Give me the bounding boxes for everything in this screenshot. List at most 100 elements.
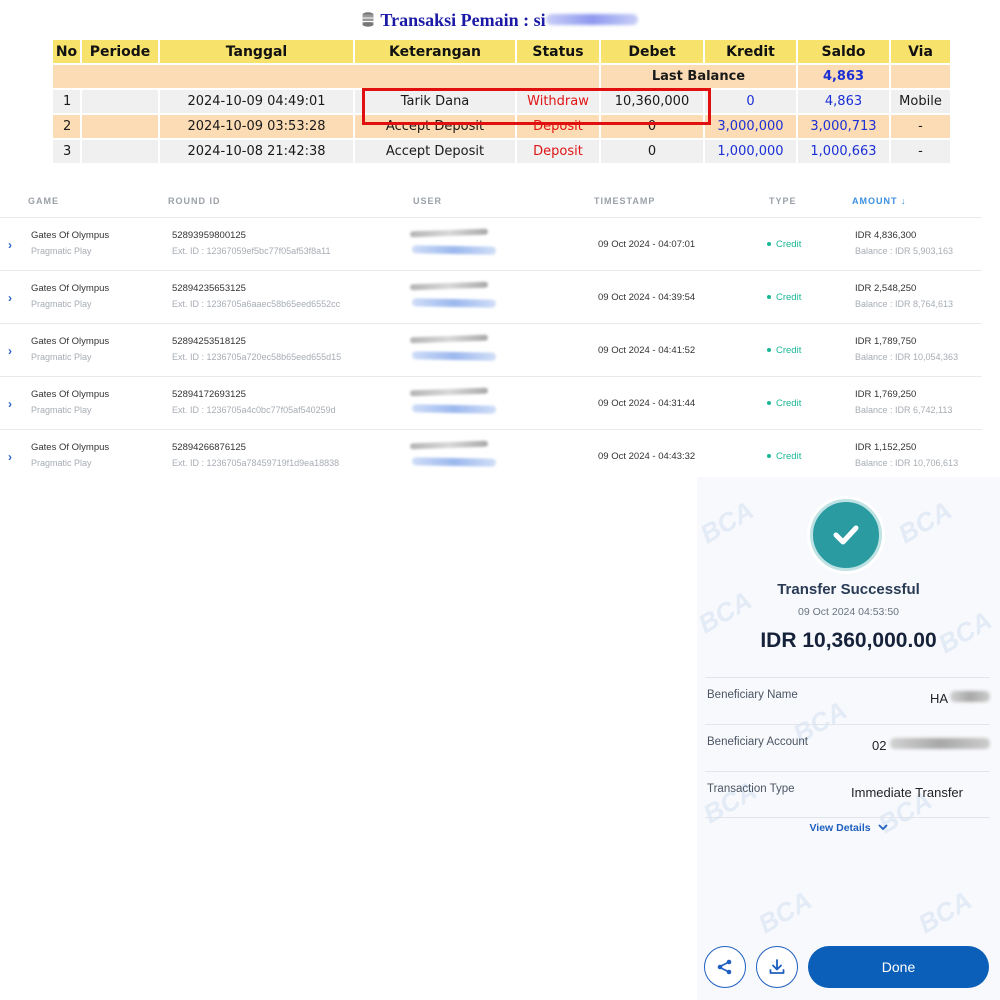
round-id: 52894266876125 (172, 442, 246, 453)
status-dot (767, 348, 771, 352)
cell-status: Withdraw (517, 90, 601, 115)
round-type-label: Credit (776, 451, 802, 462)
col-round-id[interactable]: ROUND ID (168, 196, 221, 206)
round-amount: IDR 2,548,250 (855, 283, 917, 294)
round-timestamp: 09 Oct 2024 - 04:43:32 (598, 451, 696, 462)
cell-kredit: 1,000,000 (705, 140, 798, 165)
col-amount[interactable]: AMOUNT ↓ (852, 196, 906, 206)
watermark: BCA (697, 494, 759, 550)
game-name: Gates Of Olympus (31, 230, 110, 241)
round-timestamp: 09 Oct 2024 - 04:41:52 (598, 345, 696, 356)
round-type: Credit (767, 292, 801, 303)
last-balance-label: Last Balance (601, 65, 798, 90)
transfer-datetime: 09 Oct 2024 04:53:50 (798, 606, 899, 618)
cell-saldo: 4,863 (798, 90, 891, 115)
table-row[interactable]: › Gates Of Olympus Pragmatic Play 528942668… (0, 429, 982, 482)
cell-tanggal: 2024-10-08 21:42:38 (160, 140, 355, 165)
col-keterangan: Keterangan (355, 40, 517, 65)
chevron-right-icon[interactable]: › (8, 344, 12, 358)
cell-periode (82, 140, 160, 165)
col-game[interactable]: GAME (28, 196, 59, 206)
round-id: 52894235653125 (172, 283, 246, 294)
check-icon (833, 525, 859, 545)
download-button[interactable] (756, 946, 798, 988)
game-provider: Pragmatic Play (31, 352, 92, 362)
table-row[interactable]: › Gates Of Olympus Pragmatic Play 528941726… (0, 376, 982, 429)
round-balance: Balance : IDR 6,742,113 (855, 405, 953, 415)
round-balance: Balance : IDR 5,903,163 (855, 246, 954, 256)
redacted-user (409, 387, 489, 397)
round-type-label: Credit (776, 292, 802, 303)
redacted-player-name (545, 14, 638, 25)
col-timestamp[interactable]: TIMESTAMP (594, 196, 655, 206)
redacted-user (409, 440, 489, 450)
round-type: Credit (767, 239, 801, 250)
cell-periode (82, 115, 160, 140)
game-provider: Pragmatic Play (31, 405, 92, 415)
game-name: Gates Of Olympus (31, 283, 110, 294)
view-details-link[interactable]: View Details (697, 822, 1000, 834)
transaction-type-value: Immediate Transfer (851, 785, 963, 800)
round-timestamp: 09 Oct 2024 - 04:31:44 (598, 398, 696, 409)
redacted-user-id (411, 298, 497, 308)
game-name: Gates Of Olympus (31, 389, 110, 400)
table-row: 1 2024-10-09 04:49:01 Tarik Dana Withdra… (53, 90, 952, 115)
bca-receipt: BCA BCA BCA BCA BCA BCA BCA BCA BCA Tran… (697, 477, 1000, 1000)
watermark: BCA (893, 494, 957, 550)
redacted-user-id (411, 245, 497, 255)
screenshot-root: Transaksi Pemain : si No Periode Tanggal… (0, 0, 1000, 1000)
cell-keterangan: Tarik Dana (355, 90, 517, 115)
redacted-user (409, 228, 489, 238)
redacted-name (950, 691, 990, 702)
cell-saldo: 1,000,663 (798, 140, 891, 165)
cell-no: 2 (53, 115, 82, 140)
cell-status: Deposit (517, 115, 601, 140)
col-no: No (53, 40, 82, 65)
redacted-user-id (411, 404, 497, 414)
table-row: 3 2024-10-08 21:42:38 Accept Deposit Dep… (53, 140, 952, 165)
cell-status: Deposit (517, 140, 601, 165)
cell-debet: 0 (601, 115, 705, 140)
cell-saldo: 3,000,713 (798, 115, 891, 140)
table-row[interactable]: › Gates Of Olympus Pragmatic Play 528939598… (0, 217, 982, 270)
status-dot (767, 295, 771, 299)
table-row[interactable]: › Gates Of Olympus Pragmatic Play 528942535… (0, 323, 982, 376)
round-id: 52894172693125 (172, 389, 246, 400)
game-provider: Pragmatic Play (31, 299, 92, 309)
round-amount: IDR 1,769,250 (855, 389, 917, 400)
rounds-header: GAME ROUND ID USER TIMESTAMP TYPE AMOUNT… (0, 196, 980, 218)
redacted-user-id (411, 351, 497, 361)
chevron-right-icon[interactable]: › (8, 397, 12, 411)
cell-no: 3 (53, 140, 82, 165)
beneficiary-name-label: Beneficiary Name (707, 689, 798, 701)
ext-id: Ext. ID : 1236705a6aaec58b65eed6552cc (172, 299, 341, 309)
database-icon (362, 12, 374, 27)
chevron-right-icon[interactable]: › (8, 291, 12, 305)
status-dot (767, 401, 771, 405)
done-button[interactable]: Done (808, 946, 989, 988)
round-timestamp: 09 Oct 2024 - 04:39:54 (598, 292, 696, 303)
chevron-right-icon[interactable]: › (8, 450, 12, 464)
watermark: BCA (913, 884, 977, 940)
round-balance: Balance : IDR 10,054,363 (855, 352, 959, 362)
cell-debet: 0 (601, 140, 705, 165)
transaction-type-label: Transaction Type (707, 783, 795, 795)
share-button[interactable] (704, 946, 746, 988)
col-user[interactable]: USER (413, 196, 442, 206)
round-type: Credit (767, 345, 801, 356)
transaction-header-row: No Periode Tanggal Keterangan Status Deb… (53, 40, 952, 65)
ext-id: Ext. ID : 12367059ef5bc77f05af53f8a11 (172, 246, 331, 256)
cell-tanggal: 2024-10-09 03:53:28 (160, 115, 355, 140)
col-periode: Periode (82, 40, 160, 65)
table-row[interactable]: › Gates Of Olympus Pragmatic Play 528942356… (0, 270, 982, 323)
round-type: Credit (767, 451, 801, 462)
chevron-right-icon[interactable]: › (8, 238, 12, 252)
col-amount-label: AMOUNT (852, 196, 898, 206)
ext-id: Ext. ID : 1236705a720ec58b65eed655d15 (172, 352, 342, 362)
cell-periode (82, 90, 160, 115)
cell-debet: 10,360,000 (601, 90, 705, 115)
col-type[interactable]: TYPE (769, 196, 797, 206)
transaction-table: No Periode Tanggal Keterangan Status Deb… (53, 40, 952, 165)
ext-id: Ext. ID : 1236705a4c0bc77f05af540259d (172, 405, 336, 415)
round-type-label: Credit (776, 398, 802, 409)
